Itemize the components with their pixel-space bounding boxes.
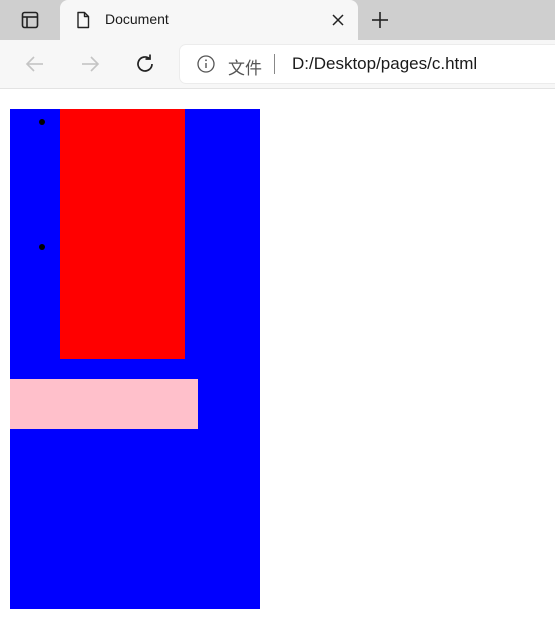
back-button[interactable] [23,52,47,76]
refresh-icon [137,54,153,72]
tab-strip: Document [0,0,555,40]
pink-block [10,379,198,429]
navigation-bar: 文件 D:/Desktop/pages/c.html [0,40,555,89]
tab-document[interactable]: Document [60,0,358,40]
close-icon[interactable] [330,12,346,28]
info-icon[interactable] [197,55,215,73]
refresh-button[interactable] [133,52,157,76]
arrow-left-icon [25,56,43,72]
tab-actions-icon [21,11,39,29]
list-bullet [39,244,45,250]
site-label: 文件 [228,59,262,79]
red-list-item-block [60,109,185,359]
page-icon [77,11,90,29]
address-bar[interactable]: 文件 D:/Desktop/pages/c.html [180,45,555,83]
url-text[interactable]: D:/Desktop/pages/c.html [292,54,477,74]
arrow-right-icon [82,56,100,72]
tab-title: Document [105,11,169,27]
forward-button[interactable] [78,52,102,76]
tab-actions-button[interactable] [10,8,50,32]
plus-icon [372,12,388,28]
list-bullet [39,119,45,125]
new-tab-button[interactable] [368,8,392,32]
blue-container [10,109,260,609]
address-divider [274,54,275,74]
page-viewport [0,89,555,633]
